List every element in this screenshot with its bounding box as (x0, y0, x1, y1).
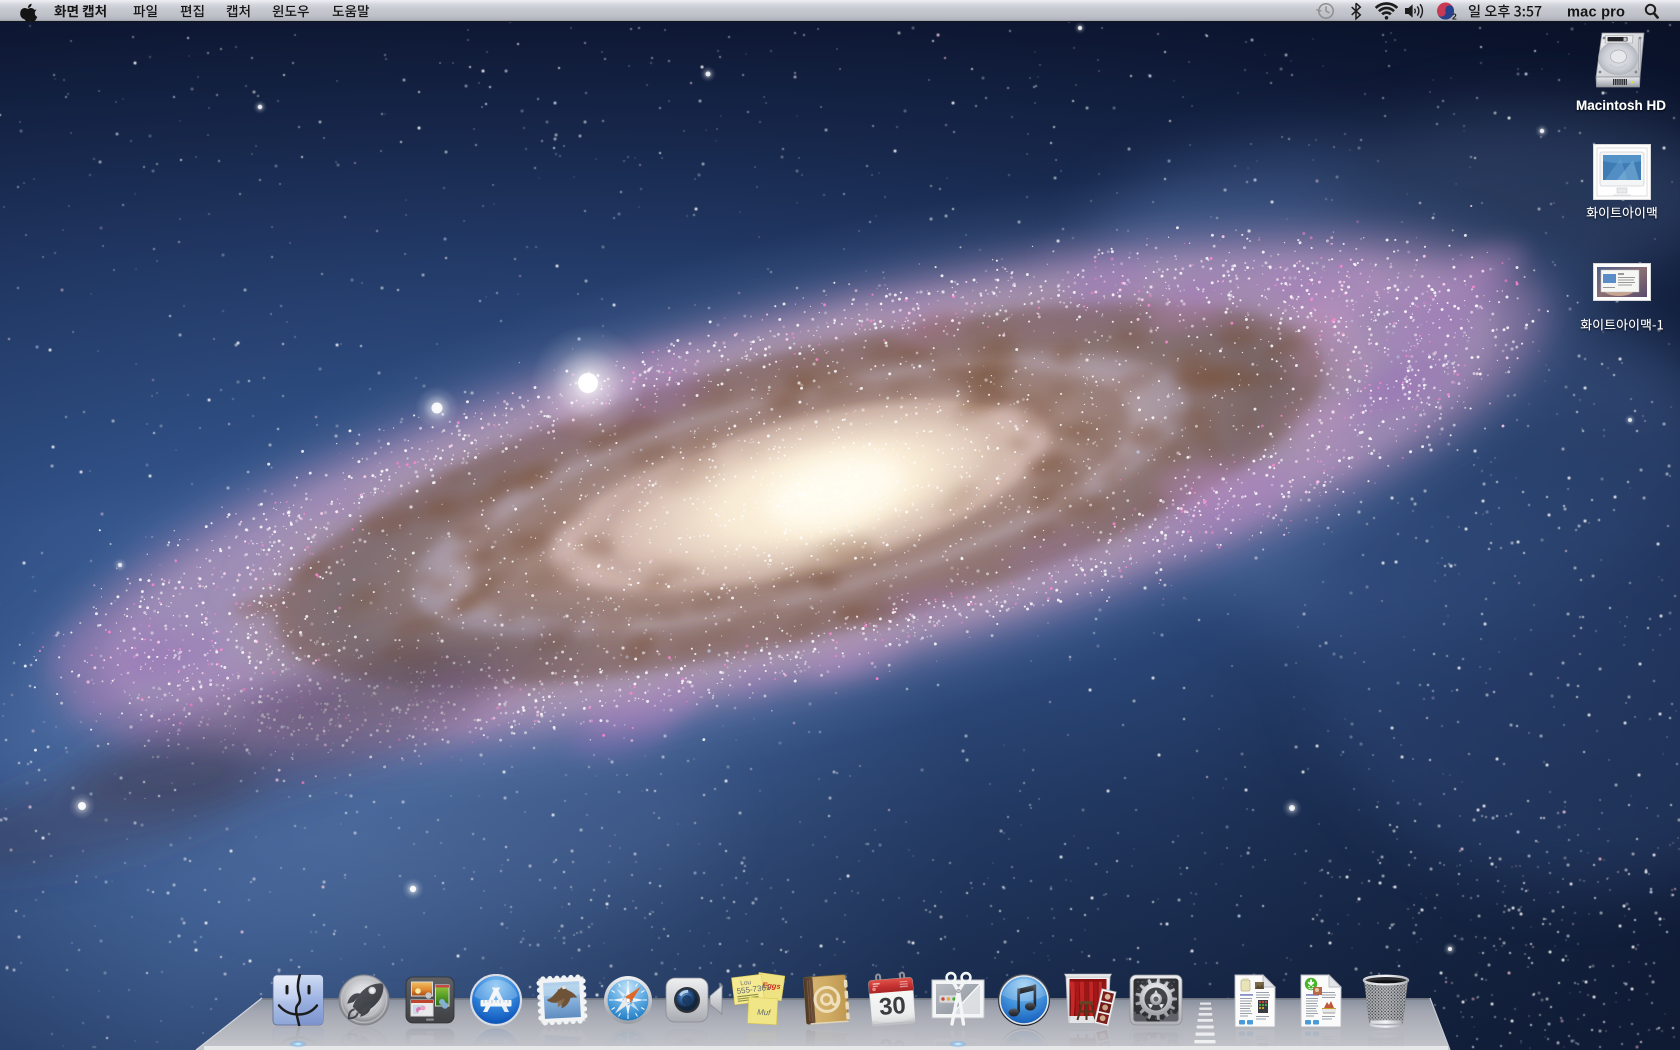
svg-text:mac pro: mac pro (1567, 5, 1625, 21)
svg-text:2: 2 (1452, 12, 1457, 22)
svg-text:Muf: Muf (757, 1039, 772, 1049)
svg-text:Muf: Muf (757, 1008, 772, 1018)
svg-text:30: 30 (878, 1033, 907, 1050)
svg-text:30: 30 (878, 992, 907, 1021)
